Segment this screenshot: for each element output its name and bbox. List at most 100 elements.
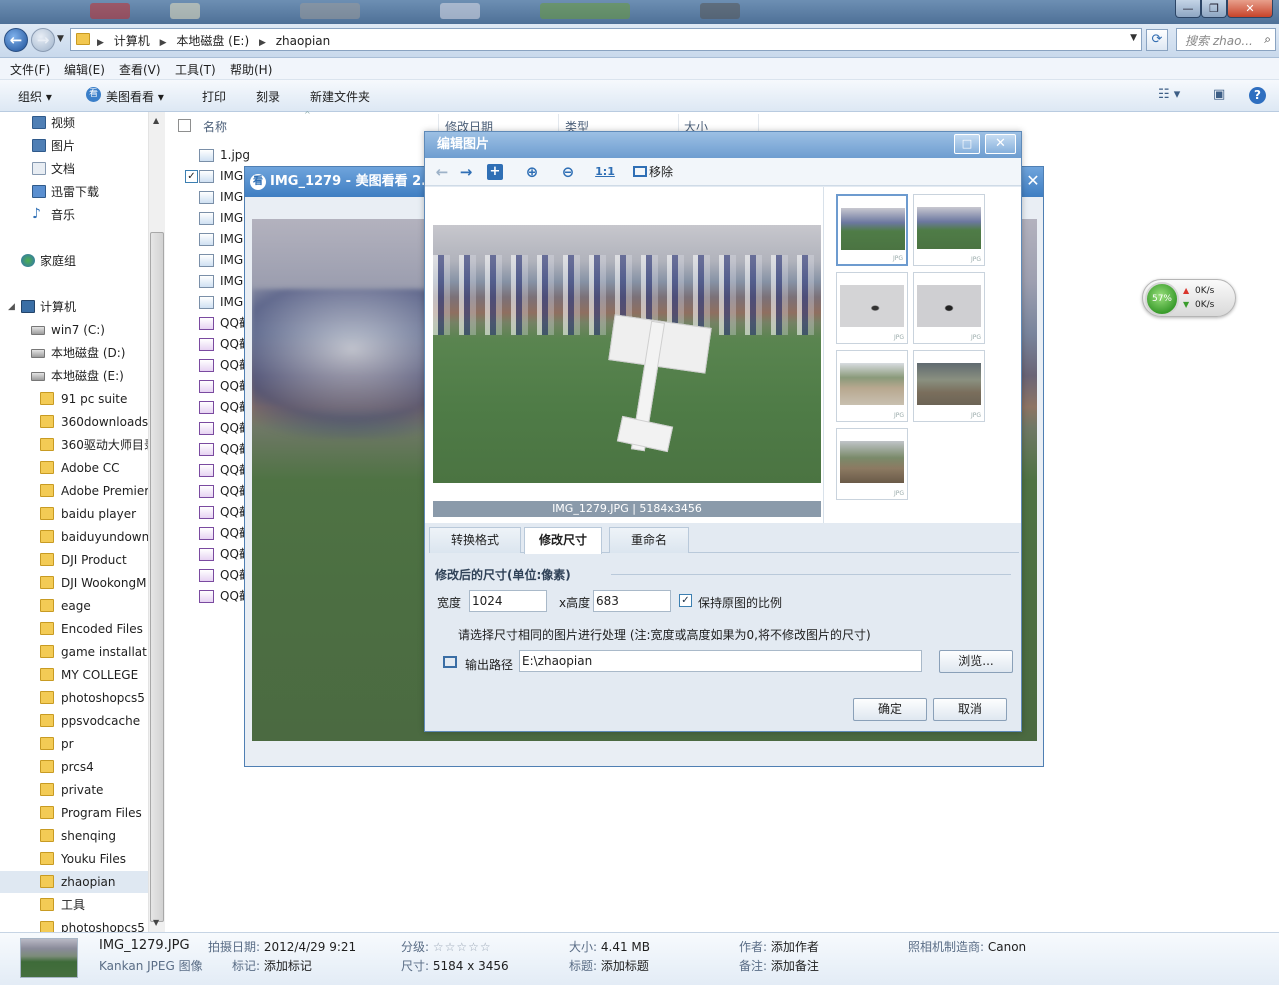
back-button[interactable]: ← [4, 28, 28, 52]
nav-item-folder[interactable]: eage [0, 595, 148, 617]
nav-item-folder[interactable]: baidu player [0, 503, 148, 525]
prev-arrow-icon[interactable]: ← [433, 162, 451, 182]
tab-resize[interactable]: 修改尺寸 [524, 527, 602, 554]
height-input[interactable]: 683 [593, 590, 671, 612]
nav-item-folder[interactable]: Adobe CC [0, 457, 148, 479]
nav-item-thunder[interactable]: 迅雷下载 [0, 181, 148, 203]
menu-view[interactable]: 查看(V) [119, 61, 161, 78]
tags-value[interactable]: 添加标记 [264, 959, 312, 973]
camera-maker-value[interactable]: Canon [988, 940, 1026, 954]
taken-value[interactable]: 2012/4/29 9:21 [264, 940, 356, 954]
add-image-icon[interactable]: + [487, 164, 503, 180]
nav-item-pictures[interactable]: 图片 [0, 135, 148, 157]
thumbnail[interactable]: JPG [913, 272, 985, 344]
chevron-right-icon[interactable]: ▶ [259, 38, 266, 48]
comments-value[interactable]: 添加备注 [771, 959, 819, 973]
select-all-checkbox[interactable] [178, 119, 191, 132]
thumbnail[interactable]: JPG [836, 194, 908, 266]
nav-item-folder[interactable]: Program Files [0, 802, 148, 824]
preview-pane-icon[interactable]: ▣ [1213, 87, 1225, 102]
width-input[interactable]: 1024 [469, 590, 547, 612]
breadcrumb-zhaopian[interactable]: zhaopian [276, 34, 331, 48]
nav-item-folder[interactable]: prcs4 [0, 756, 148, 778]
thumbnail[interactable]: JPG [913, 194, 985, 266]
help-icon[interactable]: ? [1249, 87, 1266, 104]
nav-item-folder[interactable]: 91 pc suite [0, 388, 148, 410]
chevron-right-icon[interactable]: ▶ [97, 38, 104, 48]
nav-item-folder[interactable]: shenqing [0, 825, 148, 847]
nav-item-folder[interactable]: Youku Files [0, 848, 148, 870]
next-arrow-icon[interactable]: → [457, 162, 475, 182]
recent-pages-dropdown[interactable]: ▼ [57, 34, 64, 44]
remove-button[interactable]: 移除 [633, 162, 681, 182]
nav-item-folder[interactable]: 360downloads [0, 411, 148, 433]
network-speed-gadget[interactable]: 57% ▲ 0K/s ▼ 0K/s [1142, 279, 1236, 317]
organize-button[interactable]: 组织 ▾ [18, 88, 52, 105]
output-path-input[interactable]: E:\zhaopian [519, 650, 922, 672]
nav-item-computer[interactable]: ◢ 计算机 [0, 296, 148, 318]
refresh-button[interactable]: ⟳ [1146, 29, 1168, 51]
search-input[interactable]: 搜索 zhao... ⌕ [1176, 28, 1276, 51]
breadcrumb-drive-e[interactable]: 本地磁盘 (E:) [176, 34, 249, 48]
nav-item-drive-e[interactable]: 本地磁盘 (E:) [0, 365, 148, 387]
nav-item-folder[interactable]: 工具 [0, 894, 148, 916]
keep-ratio-checkbox[interactable]: ✓ [679, 594, 692, 607]
nav-item-folder[interactable]: photoshopcs5 [0, 687, 148, 709]
zoom-in-icon[interactable]: ⊕ [523, 162, 541, 182]
browse-button[interactable]: 浏览... [939, 650, 1013, 673]
nav-item-folder[interactable]: baiduyundown [0, 526, 148, 548]
expand-arrow-icon[interactable]: ◢ [8, 296, 15, 318]
breadcrumb-computer[interactable]: 计算机 [114, 34, 150, 48]
nav-item-folder[interactable]: MY COLLEGE [0, 664, 148, 686]
viewer-close-button[interactable]: ✕ [1023, 171, 1043, 191]
nav-item-folder[interactable]: private [0, 779, 148, 801]
search-icon[interactable]: ⌕ [1264, 32, 1271, 47]
meitu-open-button[interactable]: 美图看看 ▾ [106, 88, 164, 105]
thumbnail[interactable]: JPG [836, 272, 908, 344]
print-button[interactable]: 打印 [202, 88, 226, 105]
thumbnail[interactable]: JPG [836, 350, 908, 422]
nav-item-homegroup[interactable]: 家庭组 [0, 250, 148, 272]
menu-edit[interactable]: 编辑(E) [64, 61, 105, 78]
rating-stars-icon[interactable]: ☆☆☆☆☆ [433, 940, 492, 954]
nav-item-folder[interactable]: ppsvodcache [0, 710, 148, 732]
nav-item-drive-c[interactable]: win7 (C:) [0, 319, 148, 341]
nav-item-folder[interactable]: pr [0, 733, 148, 755]
nav-item-videos[interactable]: 视频 [0, 112, 148, 134]
forward-button[interactable]: → [31, 28, 55, 52]
navigation-scrollbar[interactable]: ▲ ▼ [148, 112, 165, 932]
address-box[interactable]: ▶ 计算机 ▶ 本地磁盘 (E:) ▶ zhaopian ▼ [70, 28, 1142, 51]
thumbnail[interactable]: JPG [836, 428, 908, 500]
close-button[interactable]: ✕ [1227, 0, 1273, 18]
row-checkbox[interactable]: ✓ [185, 170, 198, 183]
actual-size-icon[interactable]: 1:1 [595, 162, 615, 182]
nav-item-music[interactable]: ♪ 音乐 [0, 204, 148, 226]
dialog-title-bar[interactable]: 编辑图片 [425, 132, 1021, 158]
cancel-button[interactable]: 取消 [933, 698, 1007, 721]
keep-ratio-label[interactable]: 保持原图的比例 [698, 594, 782, 611]
nav-item-folder[interactable]: DJI Product [0, 549, 148, 571]
scroll-down-icon[interactable]: ▼ [153, 918, 159, 927]
menu-help[interactable]: 帮助(H) [230, 61, 272, 78]
author-value[interactable]: 添加作者 [771, 940, 819, 954]
change-view-icon[interactable]: ☷ ▾ [1158, 87, 1180, 102]
nav-item-folder[interactable]: game installati [0, 641, 148, 663]
title-value[interactable]: 添加标题 [601, 959, 649, 973]
close-button[interactable]: ✕ [985, 134, 1016, 154]
ok-button[interactable]: 确定 [853, 698, 927, 721]
chevron-right-icon[interactable]: ▶ [160, 38, 167, 48]
scroll-up-icon[interactable]: ▲ [153, 116, 159, 125]
nav-item-folder[interactable]: Adobe Premiere [0, 480, 148, 502]
nav-item-drive-d[interactable]: 本地磁盘 (D:) [0, 342, 148, 364]
maximize-button[interactable]: □ [954, 134, 980, 154]
nav-item-documents[interactable]: 文档 [0, 158, 148, 180]
nav-item-folder[interactable]: photoshopcs5 [0, 917, 148, 932]
nav-item-folder[interactable]: Encoded Files [0, 618, 148, 640]
menu-file[interactable]: 文件(F) [10, 61, 50, 78]
maximize-button[interactable]: ❐ [1201, 0, 1227, 18]
tab-rename[interactable]: 重命名 [609, 527, 689, 553]
minimize-button[interactable]: — [1175, 0, 1201, 18]
nav-item-folder[interactable]: 360驱动大师目录 [0, 434, 148, 456]
zoom-out-icon[interactable]: ⊖ [559, 162, 577, 182]
address-dropdown[interactable]: ▼ [1130, 33, 1137, 43]
